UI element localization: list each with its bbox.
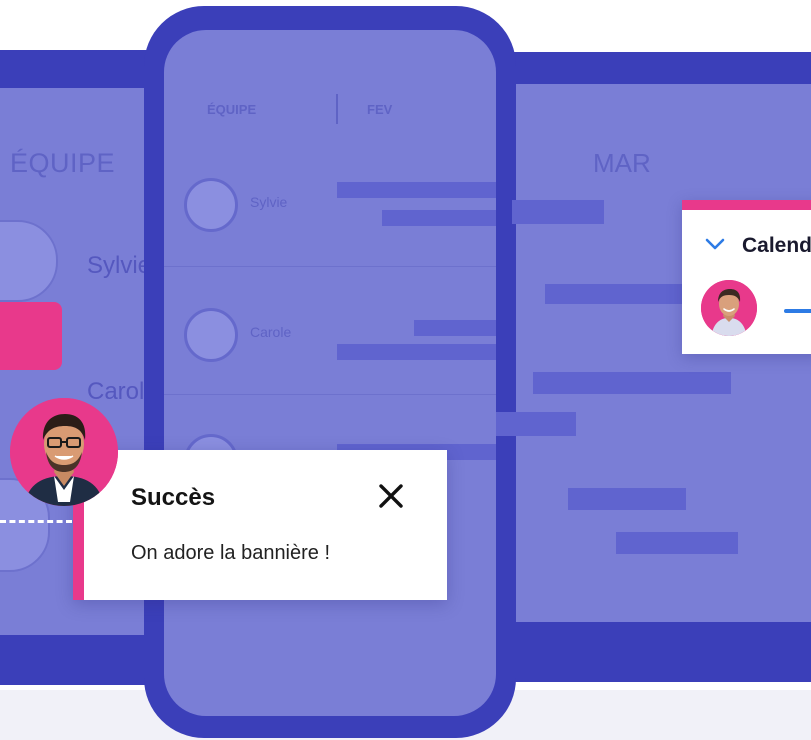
month-header-mar: MAR [593, 148, 651, 178]
phone-member-name-1: Sylvie [250, 194, 288, 210]
pink-highlight-block [0, 302, 62, 370]
row-divider [164, 266, 496, 267]
dashed-connector [0, 520, 72, 523]
gantt-bar [533, 372, 731, 394]
gantt-bar [616, 532, 738, 554]
phone-member-name-2: Carole [250, 324, 292, 340]
toast-title: Succès [131, 484, 216, 511]
phone-screen: ÉQUIPE FEV Sylvie Carole [164, 30, 496, 716]
calendar-card-accent [682, 200, 811, 210]
gantt-bar [414, 320, 496, 336]
gantt-bar [382, 210, 496, 226]
calendar-card[interactable]: Calend [682, 200, 811, 354]
phone-avatar-carole [184, 308, 238, 362]
user-avatar [10, 398, 118, 506]
chevron-down-icon[interactable] [704, 236, 726, 252]
promo-scene: ÉQUIPE Sylvie Carole MAR ÉQUIPE FEV Sylv… [0, 0, 811, 740]
close-icon[interactable] [373, 478, 409, 514]
phone-avatar-sylvie [184, 178, 238, 232]
gantt-bar [337, 182, 496, 198]
calendar-card-title: Calend [742, 234, 811, 257]
gantt-bar [496, 412, 576, 436]
success-toast: Succès On adore la bannière ! [73, 450, 447, 600]
phone-col-divider [336, 94, 338, 124]
gantt-bar [512, 200, 604, 224]
gantt-bar [337, 344, 496, 360]
avatar [701, 280, 757, 336]
gantt-bar [568, 488, 686, 510]
left-team-header: ÉQUIPE [10, 148, 116, 178]
toast-message: On adore la bannière ! [131, 542, 331, 564]
left-member-name-1: Sylvie [87, 252, 152, 279]
gantt-bar [545, 284, 685, 304]
phone-col-team: ÉQUIPE [207, 102, 257, 117]
right-device-frame [480, 52, 811, 682]
row-divider [164, 394, 496, 395]
phone-col-month: FEV [367, 102, 393, 117]
calendar-progress-line [784, 309, 811, 313]
phone-frame: ÉQUIPE FEV Sylvie Carole [144, 6, 516, 738]
